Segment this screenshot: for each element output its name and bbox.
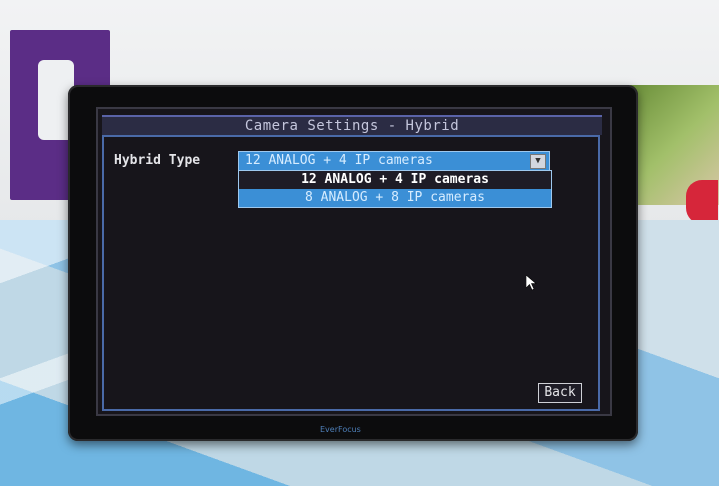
background-badge [686, 180, 718, 224]
brand-logo: EverFocus [320, 425, 361, 434]
dropdown-option-12-analog[interactable]: 12 ANALOG + 4 IP cameras [239, 171, 551, 189]
hybrid-type-dropdown-list: 12 ANALOG + 4 IP cameras 8 ANALOG + 8 IP… [238, 170, 552, 208]
hybrid-type-selected-value: 12 ANALOG + 4 IP cameras [245, 153, 433, 168]
hybrid-type-select[interactable]: 12 ANALOG + 4 IP cameras ▼ [238, 151, 550, 171]
dropdown-option-8-analog[interactable]: 8 ANALOG + 8 IP cameras [239, 189, 551, 207]
monitor: Camera Settings - Hybrid Hybrid Type 12 … [68, 85, 638, 441]
hybrid-type-label: Hybrid Type [114, 153, 201, 168]
chevron-down-icon[interactable]: ▼ [530, 154, 546, 169]
page-title: Camera Settings - Hybrid [244, 118, 460, 134]
osd-screen: Camera Settings - Hybrid Hybrid Type 12 … [96, 107, 612, 416]
osd-title-bar: Camera Settings - Hybrid [102, 115, 602, 135]
back-button[interactable]: Back [538, 383, 582, 403]
